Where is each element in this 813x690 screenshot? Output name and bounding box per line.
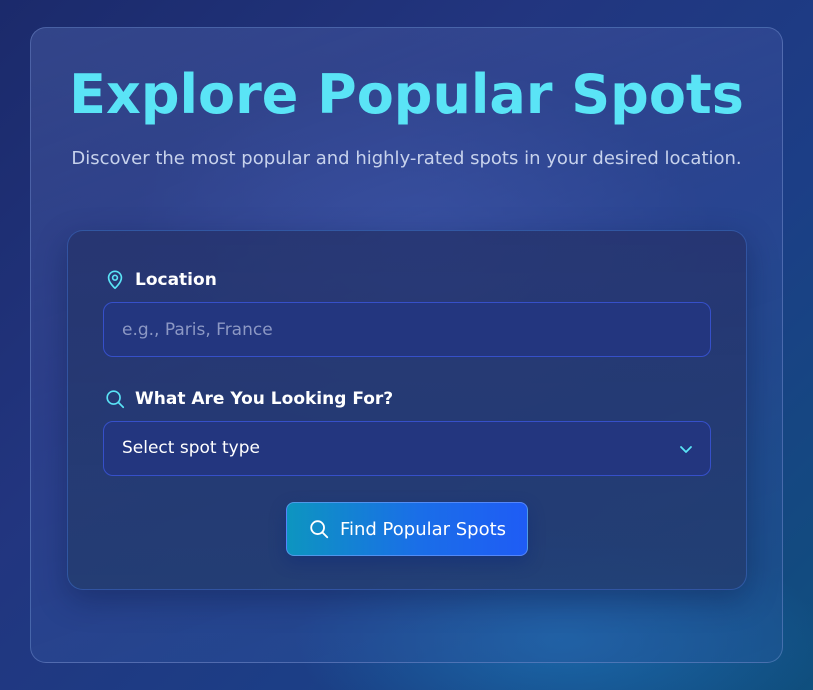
find-popular-spots-label: Find Popular Spots: [339, 518, 507, 540]
location-field: [103, 302, 711, 357]
spot-type-selected-value: Select spot type: [122, 438, 260, 458]
map-pin-icon: [104, 269, 126, 291]
spot-type-label-row: What Are You Looking For?: [104, 387, 393, 411]
chevron-down-icon: [678, 441, 694, 457]
find-popular-spots-button[interactable]: Find Popular Spots: [286, 502, 528, 556]
location-input[interactable]: [104, 303, 710, 356]
location-label: Location: [135, 270, 217, 290]
search-icon: [104, 388, 126, 410]
location-label-row: Location: [104, 268, 217, 292]
page-title: Explore Popular Spots: [69, 63, 744, 126]
spot-type-select[interactable]: Select spot type: [103, 421, 711, 476]
page-subtitle: Discover the most popular and highly-rat…: [71, 148, 742, 169]
spot-type-label: What Are You Looking For?: [135, 389, 394, 409]
search-icon: [308, 518, 330, 540]
